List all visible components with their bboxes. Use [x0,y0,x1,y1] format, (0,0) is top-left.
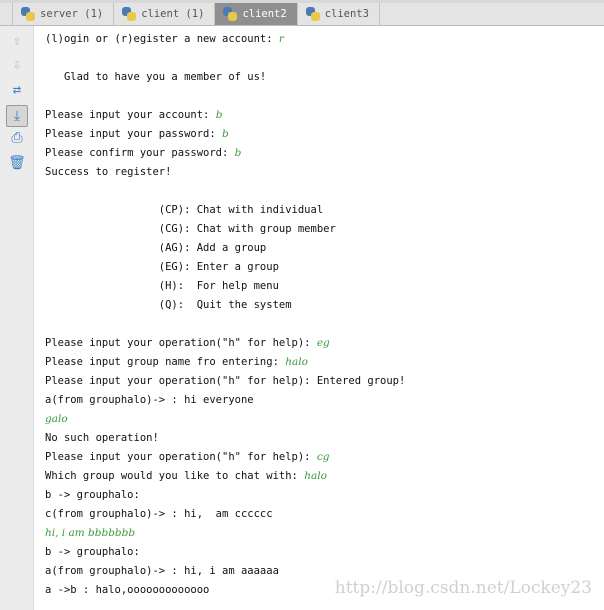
console-line: a(from grouphalo)-> : hi everyone [45,391,405,410]
output-text: (H): For help menu [45,280,279,292]
console-line: c(from grouphalo)-> : hi, am cccccc [45,505,405,524]
output-text: Success to register! [45,166,172,178]
output-text: Which group would you like to chat with: [45,470,305,482]
user-input-text: b [234,147,242,159]
console-line: No such operation! [45,429,405,448]
python-icon [223,7,238,21]
output-text: Please input group name fro entering: [45,356,286,368]
console-line: Please input your operation("h" for help… [45,334,405,353]
user-input-text: b [222,128,229,140]
console-line: (EG): Enter a group [45,258,405,277]
user-input-text: halo [304,470,327,482]
tab-server-1[interactable]: server (1) [13,3,115,25]
console-line: (H): For help menu [45,277,405,296]
console-output[interactable]: (l)ogin or (r)egister a new account: r G… [45,30,405,600]
user-input-text: hi, i am bbbbbbb [45,527,136,539]
output-text: (CP): Chat with individual [45,204,324,216]
run-tab-bar: server (1) client (1) client2 client3 [0,3,604,26]
console-line: Success to register! [45,163,405,182]
user-input-text: galo [45,413,68,425]
console-line: Which group would you like to chat with:… [45,467,405,486]
trash-icon[interactable]: 🗑 [8,154,26,172]
arrow-down-icon[interactable]: ⇩ [8,56,26,74]
tab-label: client3 [324,8,369,20]
console-line: (AG): Add a group [45,239,405,258]
user-input-text: r [278,33,284,45]
tab-client3[interactable]: client3 [298,3,380,25]
tab-label: client2 [242,8,287,20]
print-icon[interactable]: ⎙ [8,129,26,147]
console-line: (l)ogin or (r)egister a new account: r [45,30,405,49]
output-text: a ->b : halo,ooooooooooooo [45,584,210,596]
console-line: Please input your operation("h" for help… [45,372,405,391]
tab-client-1[interactable]: client (1) [114,3,216,25]
console-line: b -> grouphalo: [45,486,405,505]
output-text: (EG): Enter a group [45,261,279,273]
console-toolbar: ⇧ ⇩ ⇄ ⤓ ⎙ 🗑 [0,26,34,610]
user-input-text: halo [285,356,308,368]
arrow-up-icon[interactable]: ⇧ [8,32,26,50]
console-line: (CP): Chat with individual [45,201,405,220]
output-text: a(from grouphalo)-> : hi, i am aaaaaa [45,565,279,577]
console-line: (Q): Quit the system [45,296,405,315]
output-text: b -> grouphalo: [45,546,140,558]
console-line: (CG): Chat with group member [45,220,405,239]
user-input-text: cg [316,451,330,463]
soft-wrap-icon[interactable]: ⇄ [8,81,26,99]
user-input-text: b [215,109,223,121]
console-line: b -> grouphalo: [45,543,405,562]
output-text: Glad to have you a member of us! [45,71,267,83]
output-text: Please confirm your password: [45,147,235,159]
output-text: (Q): Quit the system [45,299,292,311]
console-line: hi, i am bbbbbbb [45,524,405,543]
tab-client2[interactable]: client2 [215,3,298,25]
console-line: Please input your password: b [45,125,405,144]
console-line: Please input group name fro entering: ha… [45,353,405,372]
console-line: Glad to have you a member of us! [45,68,405,87]
python-icon [305,7,320,21]
tab-label: client (1) [141,8,205,20]
output-text: Please input your account: [45,109,216,121]
tab-scroll-stub[interactable] [0,3,13,25]
output-text: Please input your operation("h" for help… [45,451,317,463]
output-text: (l)ogin or (r)egister a new account: [45,33,279,45]
user-input-text: eg [316,337,330,349]
console-line: Please confirm your password: b [45,144,405,163]
tab-label: server (1) [40,8,104,20]
output-text: No such operation! [45,432,159,444]
output-text: a(from grouphalo)-> : hi everyone [45,394,254,406]
output-text: Please input your operation("h" for help… [45,337,317,349]
output-text: c(from grouphalo)-> : hi, am cccccc [45,508,273,520]
console-line: Please input your operation("h" for help… [45,448,405,467]
output-text: (CG): Chat with group member [45,223,336,235]
output-text: Please input your password: [45,128,223,140]
console-line: galo [45,410,405,429]
console-line: Please input your account: b [45,106,405,125]
scroll-to-end-icon[interactable]: ⤓ [6,105,28,127]
watermark: http://blog.csdn.net/Lockey23 [334,578,592,598]
output-text: b -> grouphalo: [45,489,140,501]
python-icon [122,7,137,21]
output-text: (AG): Add a group [45,242,267,254]
output-text: Please input your operation("h" for help… [45,375,406,387]
python-icon [21,7,35,21]
